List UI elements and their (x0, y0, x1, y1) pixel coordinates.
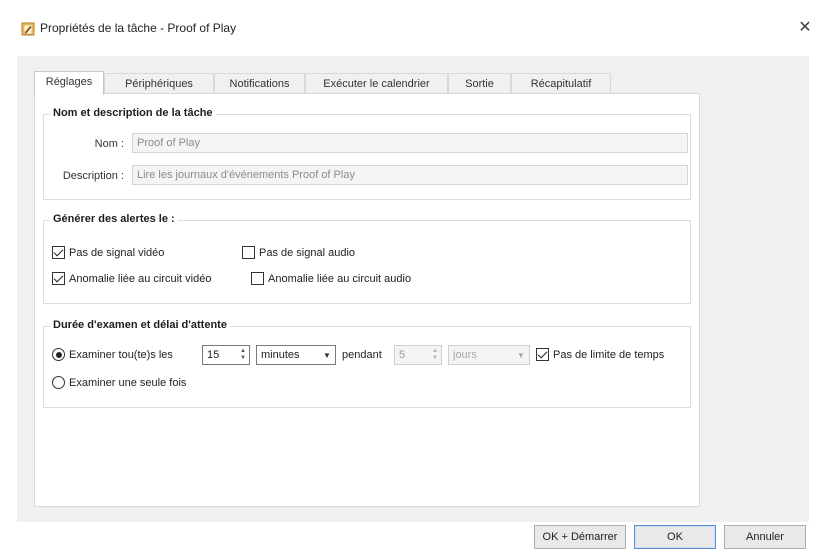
spin-arrows-icon[interactable]: ▲ ▼ (429, 346, 441, 364)
tab-notifications[interactable]: Notifications (214, 73, 305, 94)
tab-page-reglages: Nom et description de la tâche Nom : Pro… (34, 93, 700, 507)
video-circuit-anomaly-label: Anomalie liée au circuit vidéo (69, 272, 212, 285)
duration-group: Durée d'examen et délai d'attente Examin… (43, 319, 691, 408)
ok-start-button[interactable]: OK + Démarrer (534, 525, 626, 549)
description-label: Description : (62, 170, 124, 182)
alerts-group-title: Générer des alertes le : (50, 213, 178, 225)
examine-once-radio-dot[interactable] (52, 376, 65, 389)
video-circuit-anomaly-box[interactable] (52, 272, 65, 285)
no-time-limit-checkbox[interactable]: Pas de limite de temps (536, 348, 664, 361)
no-video-signal-label: Pas de signal vidéo (69, 246, 165, 259)
examine-once-label: Examiner une seule fois (69, 376, 187, 389)
examine-once-radio[interactable]: Examiner une seule fois (52, 376, 186, 389)
alerts-group: Générer des alertes le : Pas de signal v… (43, 213, 691, 304)
duration-unit-select[interactable]: jours ▼ (448, 345, 530, 365)
tab-reglages[interactable]: Réglages (34, 71, 104, 95)
examine-every-radio-dot[interactable] (52, 348, 65, 361)
chevron-down-icon[interactable]: ▼ (319, 351, 335, 360)
no-audio-signal-box[interactable] (242, 246, 255, 259)
no-video-signal-checkbox[interactable]: Pas de signal vidéo (52, 246, 164, 259)
task-name-group-title: Nom et description de la tâche (50, 107, 216, 119)
spin-arrows-icon[interactable]: ▲ ▼ (237, 346, 249, 364)
audio-circuit-anomaly-checkbox[interactable]: Anomalie liée au circuit audio (251, 272, 411, 285)
tab-executer-calendrier[interactable]: Exécuter le calendrier (305, 73, 448, 94)
duration-unit-value: jours (453, 349, 477, 361)
audio-circuit-anomaly-label: Anomalie liée au circuit audio (268, 272, 412, 285)
task-name-group: Nom et description de la tâche Nom : Pro… (43, 107, 691, 200)
video-circuit-anomaly-checkbox[interactable]: Anomalie liée au circuit vidéo (52, 272, 211, 285)
interval-unit-value: minutes (261, 349, 300, 361)
during-label: pendant (342, 349, 382, 361)
interval-stepper[interactable]: 15 ▲ ▼ (202, 345, 250, 365)
task-properties-icon (21, 22, 35, 36)
window-title: Propriétés de la tâche - Proof of Play (40, 21, 237, 35)
tab-peripheriques[interactable]: Périphériques (104, 73, 214, 94)
interval-unit-select[interactable]: minutes ▼ (256, 345, 336, 365)
chevron-down-icon[interactable]: ▼ (513, 351, 529, 360)
name-field[interactable]: Proof of Play (132, 133, 688, 153)
no-audio-signal-checkbox[interactable]: Pas de signal audio (242, 246, 355, 259)
ok-button[interactable]: OK (634, 525, 716, 549)
examine-every-label: Examiner tou(te)s les (69, 348, 173, 361)
no-time-limit-label: Pas de limite de temps (553, 348, 665, 361)
no-video-signal-box[interactable] (52, 246, 65, 259)
task-properties-dialog: Propriétés de la tâche - Proof of Play ✕… (0, 0, 824, 559)
description-field[interactable]: Lire les journaux d'événements Proof of … (132, 165, 688, 185)
dialog-client-area: Réglages Périphériques Notifications Exé… (17, 56, 809, 522)
tab-recapitulatif[interactable]: Récapitulatif (511, 73, 611, 94)
audio-circuit-anomaly-box[interactable] (251, 272, 264, 285)
no-time-limit-box[interactable] (536, 348, 549, 361)
no-audio-signal-label: Pas de signal audio (259, 246, 356, 259)
title-bar[interactable]: Propriétés de la tâche - Proof of Play ✕ (0, 0, 824, 56)
duration-stepper[interactable]: 5 ▲ ▼ (394, 345, 442, 365)
name-label: Nom : (94, 138, 124, 150)
examine-every-radio[interactable]: Examiner tou(te)s les (52, 348, 173, 361)
cancel-button[interactable]: Annuler (724, 525, 806, 549)
close-icon[interactable]: ✕ (794, 17, 816, 39)
tab-sortie[interactable]: Sortie (448, 73, 511, 94)
duration-group-title: Durée d'examen et délai d'attente (50, 319, 230, 331)
interval-value: 15 (207, 349, 220, 361)
duration-value: 5 (399, 349, 406, 361)
